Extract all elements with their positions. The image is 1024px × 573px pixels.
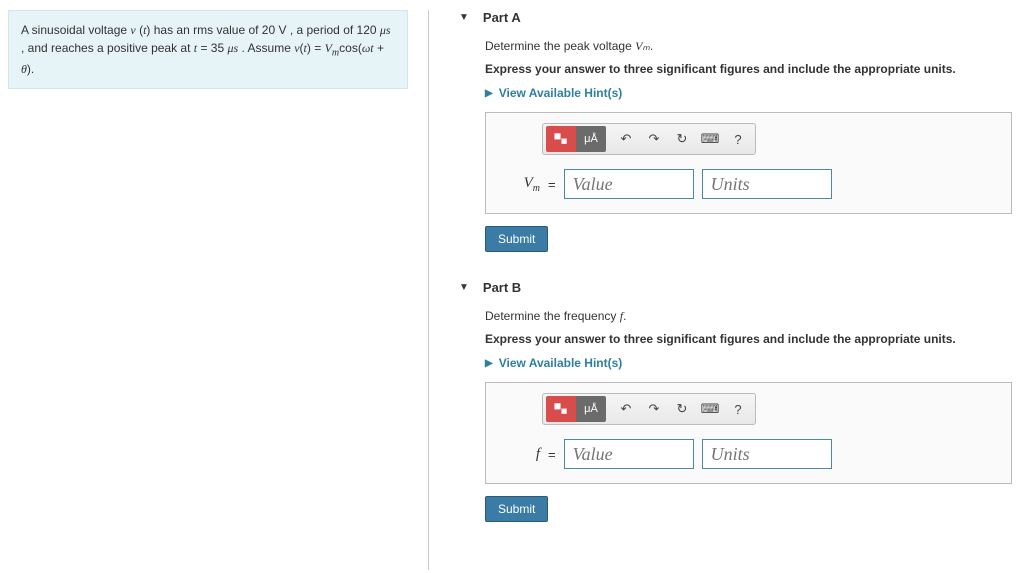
part-a-prompt: Determine the peak voltage Vₘ. <box>485 39 1012 54</box>
answer-box-b: μÅ ↶ ↷ ↻ ⌨ ? f = <box>485 382 1012 484</box>
special-char-button[interactable]: μÅ <box>576 126 606 152</box>
part-b-title: Part B <box>483 280 521 295</box>
template-button[interactable] <box>546 126 576 152</box>
problem-text: A sinusoidal voltage v (t) has an rms va… <box>21 23 391 76</box>
submit-button-a[interactable]: Submit <box>485 226 548 252</box>
part-a-title: Part A <box>483 10 521 25</box>
equals-sign: = <box>548 447 556 462</box>
equation-toolbar-b: μÅ ↶ ↷ ↻ ⌨ ? <box>542 393 756 425</box>
keyboard-button[interactable]: ⌨ <box>696 396 724 422</box>
units-input-a[interactable] <box>702 169 832 199</box>
value-input-a[interactable] <box>564 169 694 199</box>
value-input-b[interactable] <box>564 439 694 469</box>
part-b-header[interactable]: ▼ Part B <box>459 280 1012 295</box>
view-hints-link-b[interactable]: ▶ View Available Hint(s) <box>485 356 1012 370</box>
part-a-instruction: Express your answer to three significant… <box>485 62 1012 76</box>
part-b-instruction: Express your answer to three significant… <box>485 332 1012 346</box>
reset-button[interactable]: ↻ <box>668 396 696 422</box>
answer-box-a: μÅ ↶ ↷ ↻ ⌨ ? Vm = <box>485 112 1012 214</box>
caret-right-icon: ▶ <box>485 358 493 369</box>
keyboard-button[interactable]: ⌨ <box>696 126 724 152</box>
view-hints-link-a[interactable]: ▶ View Available Hint(s) <box>485 86 1012 100</box>
submit-button-b[interactable]: Submit <box>485 496 548 522</box>
help-button[interactable]: ? <box>724 396 752 422</box>
part-a-section: ▼ Part A Determine the peak voltage Vₘ. … <box>459 10 1012 252</box>
collapse-caret-icon: ▼ <box>459 282 469 293</box>
variable-label-b: f <box>502 446 540 463</box>
vertical-divider <box>428 10 429 570</box>
template-button[interactable] <box>546 396 576 422</box>
equals-sign: = <box>548 177 556 192</box>
equation-toolbar-a: μÅ ↶ ↷ ↻ ⌨ ? <box>542 123 756 155</box>
collapse-caret-icon: ▼ <box>459 12 469 23</box>
redo-button[interactable]: ↷ <box>640 396 668 422</box>
part-b-prompt: Determine the frequency f. <box>485 309 1012 324</box>
reset-button[interactable]: ↻ <box>668 126 696 152</box>
problem-statement: A sinusoidal voltage v (t) has an rms va… <box>8 10 408 89</box>
caret-right-icon: ▶ <box>485 88 493 99</box>
variable-label-a: Vm <box>502 175 540 194</box>
undo-button[interactable]: ↶ <box>612 396 640 422</box>
part-b-section: ▼ Part B Determine the frequency f. Expr… <box>459 280 1012 522</box>
special-char-button[interactable]: μÅ <box>576 396 606 422</box>
help-button[interactable]: ? <box>724 126 752 152</box>
redo-button[interactable]: ↷ <box>640 126 668 152</box>
units-input-b[interactable] <box>702 439 832 469</box>
part-a-header[interactable]: ▼ Part A <box>459 10 1012 25</box>
undo-button[interactable]: ↶ <box>612 126 640 152</box>
